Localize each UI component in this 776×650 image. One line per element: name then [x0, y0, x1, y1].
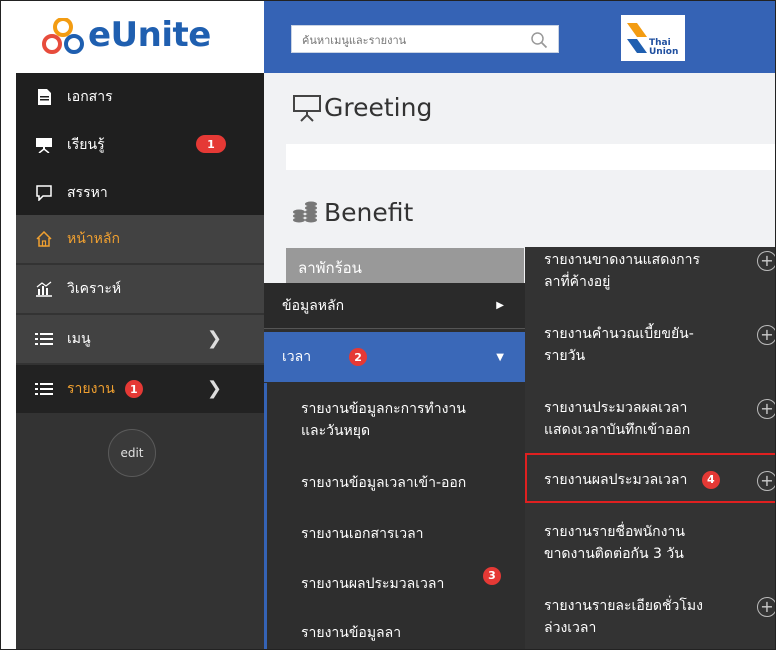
chevron-right-icon: ❯ — [206, 378, 222, 399]
sidebar-item-reports[interactable]: รายงาน 1 ❯ — [16, 365, 264, 413]
sidebar-item-documents[interactable]: เอกสาร — [16, 73, 264, 121]
logo-area[interactable]: eUnite — [16, 1, 264, 73]
search-box[interactable] — [291, 25, 559, 53]
add-favorite-icon[interactable]: + — [757, 597, 775, 617]
sidebar: eUnite เอกสาร เรียนรู้ 1 สรรหา หน้าหลัก … — [16, 1, 264, 649]
step-badge: 1 — [124, 380, 143, 398]
step-badge: 4 — [701, 471, 720, 489]
add-favorite-icon[interactable]: + — [757, 471, 775, 491]
edit-button[interactable]: edit — [108, 429, 156, 477]
add-favorite-icon[interactable]: + — [757, 251, 775, 271]
leave-card-label: ลาพักร้อน — [298, 259, 362, 277]
add-favorite-icon[interactable]: + — [757, 399, 775, 419]
report-link-time-documents[interactable]: รายงานเอกสารเวลา — [301, 523, 501, 545]
submenu-indent-line — [264, 383, 267, 649]
partner-logo: Thai Union — [621, 15, 685, 61]
report-link-time-processing-punches[interactable]: รายงานประมวลผลเวลา แสดงเวลาบันทึกเข้าออก — [544, 397, 734, 441]
benefit-section-title: Benefit — [292, 198, 413, 227]
chevron-right-icon: ❯ — [206, 328, 222, 349]
greeting-section-title: Greeting — [292, 92, 432, 122]
report-link-time-processing[interactable]: รายงานผลประมวลเวลา 3 — [301, 567, 501, 595]
topbar: Thai Union — [264, 1, 775, 73]
caret-right-icon: ▶ — [496, 300, 504, 311]
sidebar-item-label: สรรหา — [67, 185, 108, 201]
submenu-item-time[interactable]: เวลา 2 ▼ — [264, 332, 526, 382]
sidebar-item-label: เอกสาร — [67, 89, 113, 105]
sidebar-item-learning[interactable]: เรียนรู้ 1 — [16, 121, 264, 169]
report-link-consecutive-absence[interactable]: รายงานรายชื่อพนักงาน ขาดงานติดต่อกัน 3 ว… — [544, 521, 734, 565]
list-icon — [33, 332, 55, 346]
report-link-shift-holiday[interactable]: รายงานข้อมูลกะการทำงาน และวันหยุด — [301, 398, 501, 442]
sidebar-item-home[interactable]: หน้าหลัก — [16, 215, 264, 263]
submenu-item-label: เวลา — [282, 349, 312, 365]
benefit-title: Benefit — [324, 198, 414, 227]
eunite-logo-icon — [42, 18, 84, 54]
caret-down-icon: ▼ — [496, 351, 504, 363]
presentation-board-icon — [293, 95, 321, 122]
report-link-time-processing-result[interactable]: รายงานผลประมวลเวลา 4 — [544, 469, 734, 491]
report-link-overtime-detail[interactable]: รายงานรายละเอียดชั่วโมง ล่วงเวลา — [544, 595, 734, 639]
time-report-submenu: รายงานขาดงานแสดงการ ลาที่ค้างอยู่ + รายง… — [525, 247, 775, 649]
add-favorite-icon[interactable]: + — [757, 325, 775, 345]
sidebar-item-label: เรียนรู้ — [67, 137, 105, 153]
sidebar-item-menu[interactable]: เมนู ❯ — [16, 315, 264, 363]
report-link-daily-diligence[interactable]: รายงานคำนวณเบี้ยขยัน- รายวัน — [544, 323, 734, 367]
step-badge: 3 — [483, 567, 501, 585]
presentation-icon — [33, 137, 55, 153]
greeting-content — [286, 144, 775, 170]
step-badge: 2 — [349, 348, 368, 366]
coins-icon — [293, 201, 317, 222]
sidebar-item-label: วิเคราะห์ — [67, 281, 122, 297]
report-link-absence-pending-leave[interactable]: รายงานขาดงานแสดงการ ลาที่ค้างอยู่ — [544, 249, 734, 293]
app-title: eUnite — [88, 15, 211, 55]
report-submenu: ข้อมูลหลัก ▶ เวลา 2 ▼ รายงานข้อมูลกะการท… — [264, 283, 526, 649]
bar-chart-icon — [33, 281, 55, 297]
sidebar-item-label: รายงาน — [67, 381, 115, 397]
document-icon — [33, 89, 55, 105]
notification-badge: 1 — [196, 135, 226, 153]
report-link-time-in-out[interactable]: รายงานข้อมูลเวลาเข้า-ออก — [301, 472, 501, 494]
sidebar-item-label: หน้าหลัก — [67, 231, 120, 247]
search-input[interactable] — [300, 30, 534, 50]
submenu-item-label: ข้อมูลหลัก — [282, 297, 345, 314]
speech-bubble-icon — [33, 185, 55, 201]
greeting-title: Greeting — [324, 92, 433, 122]
submenu-item-master-data[interactable]: ข้อมูลหลัก ▶ — [264, 283, 526, 329]
thai-union-logo-icon — [627, 23, 647, 53]
search-icon[interactable] — [530, 31, 548, 49]
home-icon — [33, 231, 55, 247]
report-link-leave-data[interactable]: รายงานข้อมูลลา — [301, 622, 501, 644]
sidebar-item-analytics[interactable]: วิเคราะห์ — [16, 265, 264, 313]
sidebar-item-label: เมนู — [67, 331, 91, 347]
list-icon — [33, 382, 55, 396]
leave-card[interactable]: ลาพักร้อน — [286, 248, 524, 288]
sidebar-item-recruit[interactable]: สรรหา — [16, 169, 264, 217]
app-frame: eUnite เอกสาร เรียนรู้ 1 สรรหา หน้าหลัก … — [0, 0, 776, 650]
partner-logo-text: Thai Union — [649, 38, 679, 57]
